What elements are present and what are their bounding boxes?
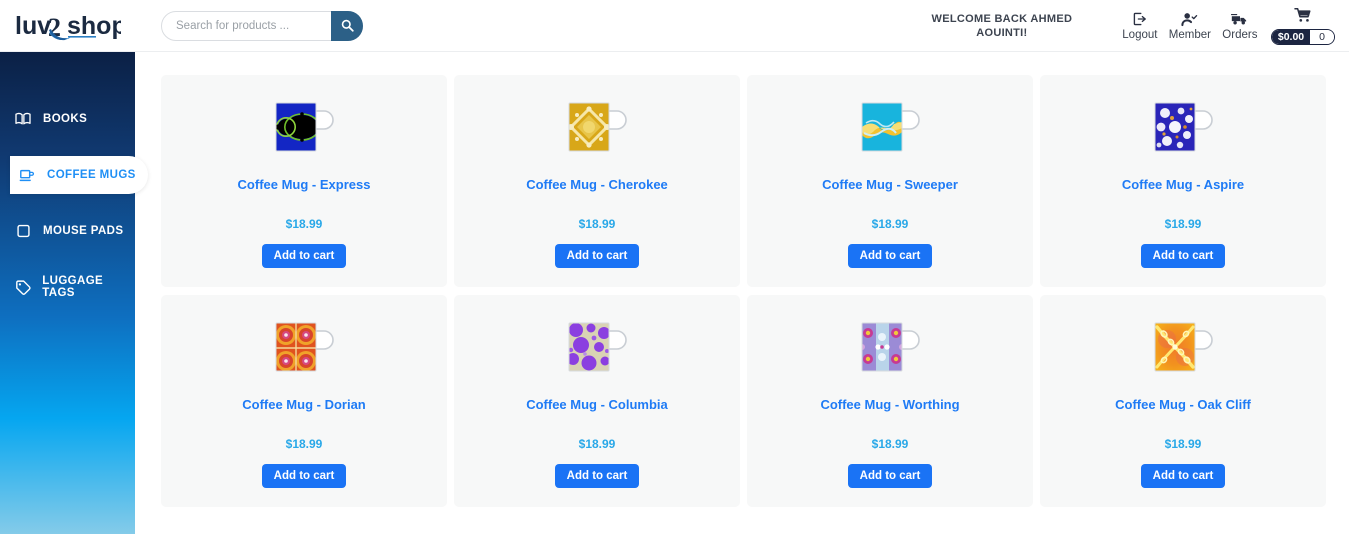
search-container [161, 11, 363, 41]
product-card: Coffee Mug - Cherokee $18.99 Add to cart [454, 75, 740, 287]
cart-icon [1294, 7, 1312, 28]
member-icon [1181, 11, 1198, 28]
add-to-cart-button[interactable]: Add to cart [848, 464, 933, 488]
logout-label: Logout [1122, 29, 1157, 41]
product-title[interactable]: Coffee Mug - Dorian [242, 397, 366, 412]
mug-image-oakcliff [1147, 317, 1219, 379]
mug-image-worthing [854, 317, 926, 379]
product-card: Coffee Mug - Columbia $18.99 Add to cart [454, 295, 740, 507]
product-title[interactable]: Coffee Mug - Cherokee [526, 177, 668, 192]
product-price: $18.99 [579, 217, 616, 231]
cart-action[interactable]: $0.00 0 [1271, 7, 1335, 45]
cart-badge[interactable]: $0.00 0 [1271, 29, 1335, 45]
svg-text:shop: shop [67, 12, 121, 40]
brand-logo[interactable]: luv 2 shop [15, 9, 121, 43]
book-icon [14, 112, 32, 126]
add-to-cart-button[interactable]: Add to cart [1141, 464, 1226, 488]
mug-image-cherokee [561, 97, 633, 159]
mug-icon [18, 168, 36, 183]
member-label: Member [1169, 29, 1211, 41]
sidebar-item-books[interactable]: Books [0, 100, 135, 138]
orders-label: Orders [1222, 29, 1257, 41]
sidebar-item-mouse-pads[interactable]: Mouse Pads [0, 212, 135, 250]
product-grid: Coffee Mug - Express $18.99 Add to cart [135, 52, 1349, 507]
product-title[interactable]: Coffee Mug - Sweeper [822, 177, 958, 192]
mug-image-columbia [561, 317, 633, 379]
product-title[interactable]: Coffee Mug - Worthing [820, 397, 959, 412]
sidebar-item-luggage-tags[interactable]: Luggage Tags [0, 268, 135, 306]
mug-image-sweeper [854, 97, 926, 159]
product-price: $18.99 [286, 217, 323, 231]
add-to-cart-button[interactable]: Add to cart [555, 464, 640, 488]
product-card: Coffee Mug - Worthing $18.99 Add to cart [747, 295, 1033, 507]
product-image-link[interactable] [268, 317, 340, 379]
product-card: Coffee Mug - Sweeper $18.99 Add to cart [747, 75, 1033, 287]
product-image-link[interactable] [561, 317, 633, 379]
product-image-link[interactable] [561, 97, 633, 159]
mug-image-express [268, 97, 340, 159]
cart-total: $0.00 [1272, 30, 1310, 44]
add-to-cart-button[interactable]: Add to cart [848, 244, 933, 268]
sidebar-item-label: Coffee Mugs [47, 169, 136, 181]
product-image-link[interactable] [268, 97, 340, 159]
add-to-cart-button[interactable]: Add to cart [262, 464, 347, 488]
search-icon [341, 19, 354, 32]
product-title[interactable]: Coffee Mug - Columbia [526, 397, 668, 412]
logout-action[interactable]: Logout [1115, 11, 1165, 41]
product-price: $18.99 [872, 217, 909, 231]
svg-text:luv: luv [15, 12, 51, 40]
square-icon [14, 224, 32, 238]
mug-image-aspire [1147, 97, 1219, 159]
product-price: $18.99 [286, 437, 323, 451]
product-image-link[interactable] [854, 317, 926, 379]
add-to-cart-button[interactable]: Add to cart [1141, 244, 1226, 268]
orders-action[interactable]: Orders [1215, 11, 1265, 41]
add-to-cart-button[interactable]: Add to cart [555, 244, 640, 268]
header-actions: WELCOME BACK AHMED AOUINTI! Logout Membe… [907, 0, 1349, 52]
tag-icon [14, 280, 31, 295]
product-price: $18.99 [579, 437, 616, 451]
product-card: Coffee Mug - Aspire $18.99 Add to cart [1040, 75, 1326, 287]
product-image-link[interactable] [854, 97, 926, 159]
site-header: luv 2 shop WELCOME BACK AHMED AOUINTI! [0, 0, 1349, 52]
product-price: $18.99 [1165, 217, 1202, 231]
product-title[interactable]: Coffee Mug - Oak Cliff [1115, 397, 1251, 412]
product-card: Coffee Mug - Express $18.99 Add to cart [161, 75, 447, 287]
member-action[interactable]: Member [1165, 11, 1215, 41]
mug-image-dorian [268, 317, 340, 379]
sidebar-item-label: Books [43, 113, 87, 125]
cart-count: 0 [1310, 30, 1334, 44]
add-to-cart-button[interactable]: Add to cart [262, 244, 347, 268]
sidebar-nav: Books Coffee Mugs Mouse Pads Luggage Tag… [0, 52, 135, 534]
product-title[interactable]: Coffee Mug - Aspire [1122, 177, 1244, 192]
sidebar-item-label: Luggage Tags [42, 275, 135, 299]
logout-icon [1132, 11, 1148, 28]
logo-icon: luv 2 shop [15, 9, 121, 43]
product-price: $18.99 [872, 437, 909, 451]
sidebar-item-coffee-mugs[interactable]: Coffee Mugs [10, 156, 148, 194]
search-button[interactable] [331, 11, 363, 41]
product-title[interactable]: Coffee Mug - Express [238, 177, 371, 192]
product-card: Coffee Mug - Oak Cliff $18.99 Add to car… [1040, 295, 1326, 507]
truck-icon [1231, 11, 1249, 28]
welcome-message: WELCOME BACK AHMED AOUINTI! [907, 12, 1097, 40]
logo-container[interactable]: luv 2 shop [0, 0, 135, 52]
product-image-link[interactable] [1147, 317, 1219, 379]
sidebar-item-label: Mouse Pads [43, 225, 123, 237]
product-price: $18.99 [1165, 437, 1202, 451]
product-card: Coffee Mug - Dorian $18.99 Add to cart [161, 295, 447, 507]
product-grid-area: Coffee Mug - Express $18.99 Add to cart [135, 52, 1349, 534]
product-image-link[interactable] [1147, 97, 1219, 159]
